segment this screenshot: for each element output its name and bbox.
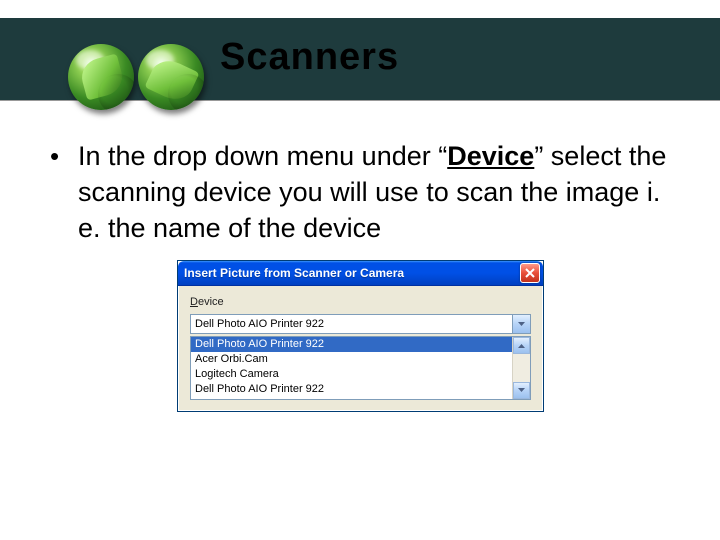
device-list-item[interactable]: Dell Photo AIO Printer 922 xyxy=(191,382,512,397)
device-listbox[interactable]: Dell Photo AIO Printer 922Acer Orbi.CamL… xyxy=(190,336,531,400)
dialog-titlebar[interactable]: Insert Picture from Scanner or Camera xyxy=(178,261,543,286)
slide-body: • In the drop down menu under “Device” s… xyxy=(50,138,670,246)
scrollbar[interactable] xyxy=(512,337,530,399)
scroll-track[interactable] xyxy=(513,354,530,382)
chevron-down-icon xyxy=(518,322,525,327)
close-icon xyxy=(525,268,535,278)
chevron-down-icon xyxy=(518,388,525,393)
scroll-down-button[interactable] xyxy=(513,382,530,399)
header-band: Scanners xyxy=(0,18,720,100)
bullet-marker: • xyxy=(50,138,78,246)
decorative-orb-1 xyxy=(68,44,134,110)
device-list-item[interactable]: Dell Photo AIO Printer 922 xyxy=(191,337,512,352)
device-list-item[interactable]: Logitech Camera xyxy=(191,367,512,382)
device-combobox-value: Dell Photo AIO Printer 922 xyxy=(195,318,512,330)
device-combobox-button[interactable] xyxy=(512,315,530,333)
bullet-item: • In the drop down menu under “Device” s… xyxy=(50,138,670,246)
scroll-up-button[interactable] xyxy=(513,337,530,354)
device-list-item[interactable]: Acer Orbi.Cam xyxy=(191,352,512,367)
device-combobox[interactable]: Dell Photo AIO Printer 922 xyxy=(190,314,531,334)
device-label: Device xyxy=(190,296,531,308)
slide-title: Scanners xyxy=(220,36,720,79)
close-button[interactable] xyxy=(520,263,540,283)
insert-picture-dialog: Insert Picture from Scanner or Camera De… xyxy=(177,260,544,412)
chevron-up-icon xyxy=(518,343,525,348)
bullet-text: In the drop down menu under “Device” sel… xyxy=(78,138,670,246)
dialog-title: Insert Picture from Scanner or Camera xyxy=(184,266,520,280)
decorative-orb-2 xyxy=(138,44,204,110)
